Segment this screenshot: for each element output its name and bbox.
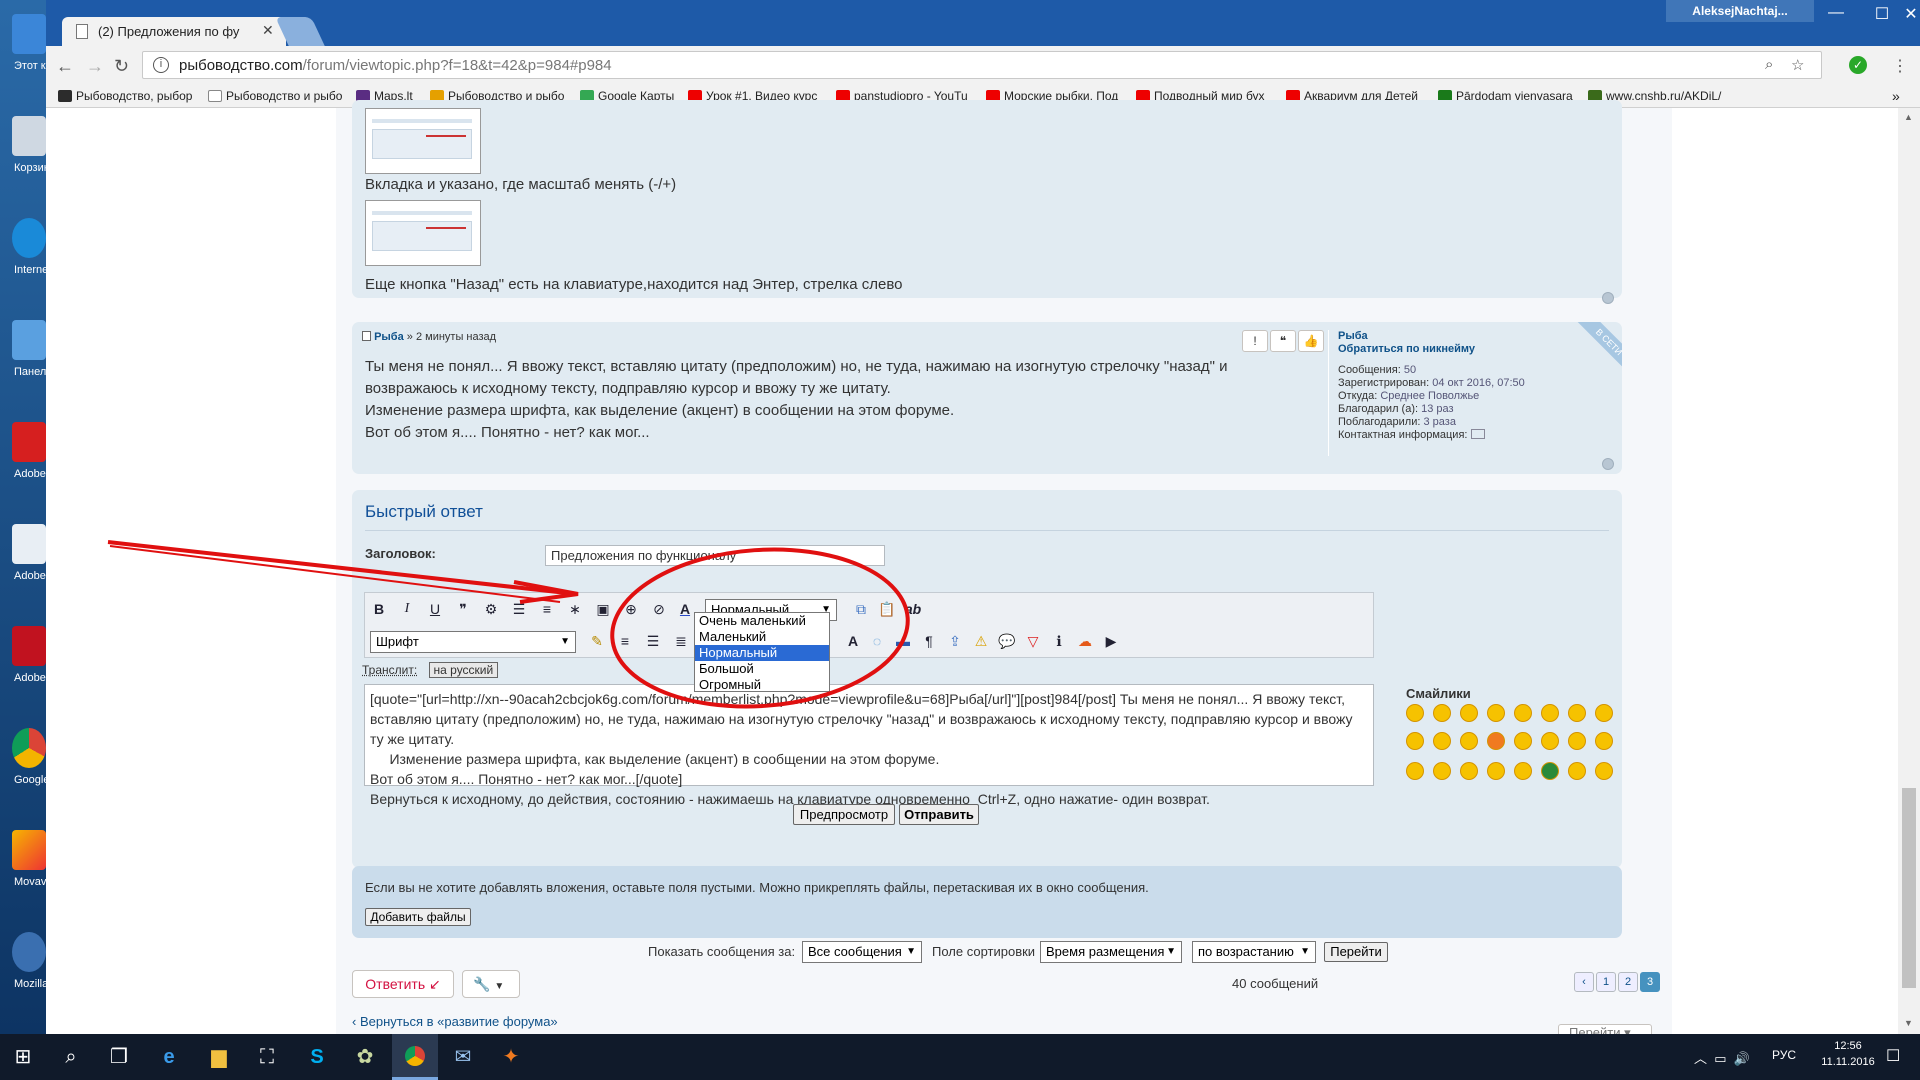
task-view-icon[interactable]: ❐ bbox=[104, 1042, 134, 1072]
app-colorful-icon[interactable]: ✦ bbox=[496, 1042, 526, 1072]
chrome-icon bbox=[405, 1046, 425, 1066]
annotation-overlay bbox=[107, 540, 910, 709]
windows-start-icon[interactable]: ⊞ bbox=[8, 1042, 38, 1072]
annotation-circle bbox=[610, 547, 910, 709]
file-explorer-icon[interactable]: ▆ bbox=[204, 1042, 234, 1072]
edge-icon[interactable]: e bbox=[154, 1042, 184, 1072]
notifications-icon[interactable]: ☐ bbox=[1886, 1046, 1900, 1066]
skype-icon[interactable]: S bbox=[302, 1042, 332, 1072]
annotation-arrow-line-2 bbox=[109, 545, 561, 603]
thunderbird-taskbar-icon[interactable]: ✉ bbox=[448, 1042, 478, 1072]
search-icon[interactable]: ⌕ bbox=[56, 1042, 86, 1072]
app-icon[interactable]: ✿ bbox=[350, 1042, 380, 1072]
language-indicator[interactable]: РУС bbox=[1772, 1048, 1796, 1062]
taskbar: ⊞ ⌕ ❐ e ▆ ⛶ S ✿ ✉ ✦ ︿ ▭ 🔊 РУС 12:56 11.11… bbox=[0, 1034, 1920, 1080]
annotation-arrow-line bbox=[107, 540, 577, 596]
clock[interactable]: 12:56 11.11.2016 bbox=[1818, 1040, 1878, 1068]
tray-icons: ︿ ▭ 🔊 bbox=[1694, 1051, 1750, 1066]
store-icon[interactable]: ⛶ bbox=[252, 1042, 282, 1072]
chrome-taskbar-button[interactable] bbox=[392, 1034, 438, 1080]
